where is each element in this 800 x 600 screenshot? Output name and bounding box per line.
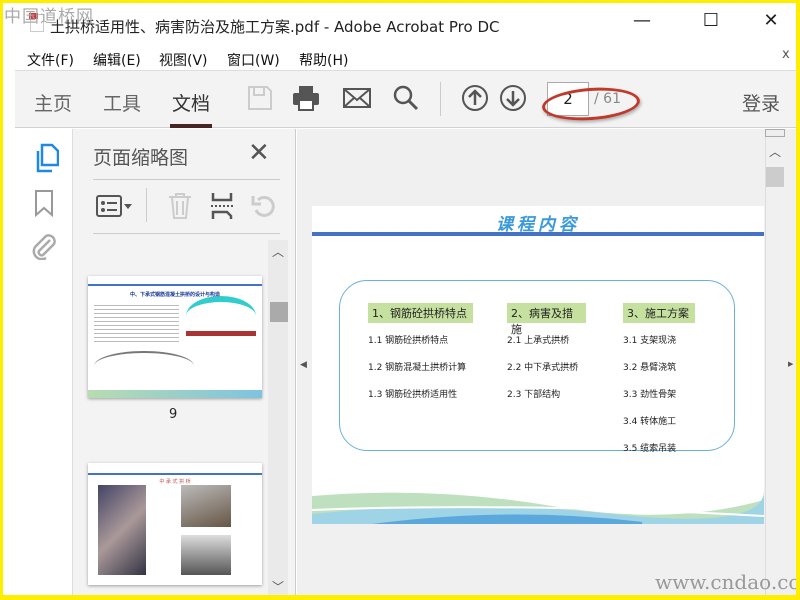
list-item: 1.1 钢筋砼拱桥特点 (368, 336, 449, 346)
list-item: 2.2 中下承式拱桥 (507, 363, 579, 373)
column-heading: 3、施工方案 (623, 303, 695, 323)
list-item: 1.3 钢筋砼拱桥适用性 (368, 390, 458, 400)
thumbnail-scroll-thumb[interactable] (270, 302, 288, 322)
menu-help[interactable]: 帮助(H) (299, 50, 348, 70)
watermark-top: 中国道桥网 (4, 7, 94, 27)
search-icon[interactable] (392, 84, 420, 112)
scroll-up-icon[interactable]: ︿ (272, 243, 284, 260)
list-item: 3.2 悬臂浇筑 (623, 363, 677, 373)
list-item: 2.1 上承式拱桥 (507, 336, 570, 346)
thumbnail-label: 9 (169, 407, 178, 422)
column-3: 3、施工方案 3.1 支架现浇 3.2 悬臂浇筑 3.3 劲性骨架 3.4 转体… (623, 303, 695, 454)
list-item: 3.5 缆索吊装 (623, 444, 677, 454)
menu-edit[interactable]: 编辑(E) (93, 50, 141, 70)
attachment-icon[interactable] (30, 232, 58, 260)
list-item: 2.3 下部结构 (507, 390, 561, 400)
toolbar-divider (440, 82, 441, 116)
thumbnail-scrollbar[interactable] (268, 240, 288, 595)
maximize-button[interactable]: ☐ (696, 10, 726, 31)
active-tab-indicator (170, 124, 212, 128)
thumb-photo (181, 485, 231, 527)
thumbnail-options-icon[interactable] (96, 195, 134, 217)
thumb-header-bar (88, 284, 262, 286)
thumb-photo (181, 535, 231, 575)
window-title: 土拱桥适用性、病害防治及施工方案.pdf - Adobe Acrobat Pro… (50, 18, 500, 36)
column-2: 2、病害及措施 2.1 上承式拱桥 2.2 中下承式拱桥 2.3 下部结构 (507, 303, 586, 400)
insert-page-icon[interactable] (210, 192, 234, 220)
list-item: 3.4 转体施工 (623, 417, 677, 427)
thumb-text (94, 302, 179, 344)
panel-divider (93, 179, 280, 180)
scroll-down-icon[interactable]: ﹀ (272, 578, 284, 595)
pdf-page: 课程内容 1、钢筋砼拱桥特点 1.1 钢筋砼拱桥特点 1.2 钢筋混凝土拱桥计算… (312, 206, 764, 524)
thumb-title: 中 承 式 拱 桥 (159, 479, 191, 485)
tab-document[interactable]: 文档 (172, 89, 210, 116)
page-thumbnails-icon[interactable] (33, 143, 59, 173)
panel-divider (93, 233, 280, 234)
login-button[interactable]: 登录 (742, 89, 780, 116)
document-scrollbar[interactable] (765, 129, 785, 595)
list-item: 1.2 钢筋混凝土拱桥计算 (368, 363, 467, 373)
previous-page-icon[interactable] (461, 84, 489, 112)
menu-view[interactable]: 视图(V) (159, 50, 208, 70)
menu-file[interactable]: 文件(F) (27, 50, 74, 70)
list-item: 3.1 支架现浇 (623, 336, 677, 346)
delete-page-icon[interactable] (167, 192, 193, 220)
close-window-button[interactable]: ✕ (756, 10, 786, 31)
thumb-footer-wave (88, 390, 262, 398)
tab-home[interactable]: 主页 (34, 89, 72, 116)
bookmark-icon[interactable] (34, 189, 54, 217)
email-icon[interactable] (343, 84, 371, 112)
minimize-button[interactable]: — (627, 10, 657, 31)
panel-toolbar-divider (146, 188, 147, 222)
thumb-header-bar (88, 473, 262, 475)
close-panel-button[interactable]: ✕ (248, 138, 270, 168)
thumb-photo (98, 485, 146, 575)
scrollbar-top-cap (765, 129, 785, 137)
thumb-bridge-image (186, 296, 256, 336)
column-heading: 2、病害及措施 (507, 303, 586, 336)
menu-window[interactable]: 窗口(W) (227, 50, 280, 70)
column-heading: 1、钢筋砼拱桥特点 (368, 303, 473, 323)
print-icon[interactable] (292, 84, 320, 112)
tab-tools[interactable]: 工具 (103, 89, 141, 116)
footer-wave (312, 492, 764, 524)
next-page-icon[interactable] (499, 84, 527, 112)
thumb-arch-drawing (94, 351, 194, 381)
document-scroll-thumb[interactable] (766, 167, 784, 187)
rotate-page-icon[interactable] (250, 192, 278, 220)
slide-header-bar (312, 232, 764, 236)
column-1: 1、钢筋砼拱桥特点 1.1 钢筋砼拱桥特点 1.2 钢筋混凝土拱桥计算 1.3 … (368, 303, 473, 400)
collapse-right-icon[interactable]: ▶ (788, 360, 793, 368)
collapse-left-icon[interactable]: ◀ (300, 360, 307, 370)
panel-title: 页面缩略图 (93, 147, 189, 169)
scroll-up-icon[interactable]: ︿ (769, 143, 781, 160)
thumbnail-page-9[interactable]: 中、下承式钢筋混凝土拱桥的设计与构造 (88, 276, 262, 398)
watermark-bottom: www.cndao.com (655, 570, 800, 594)
thumbnail-page-10[interactable]: 中 承 式 拱 桥 (88, 463, 262, 585)
close-document-button[interactable]: x (782, 47, 790, 62)
save-icon[interactable] (246, 84, 274, 112)
list-item: 3.3 劲性骨架 (623, 390, 677, 400)
